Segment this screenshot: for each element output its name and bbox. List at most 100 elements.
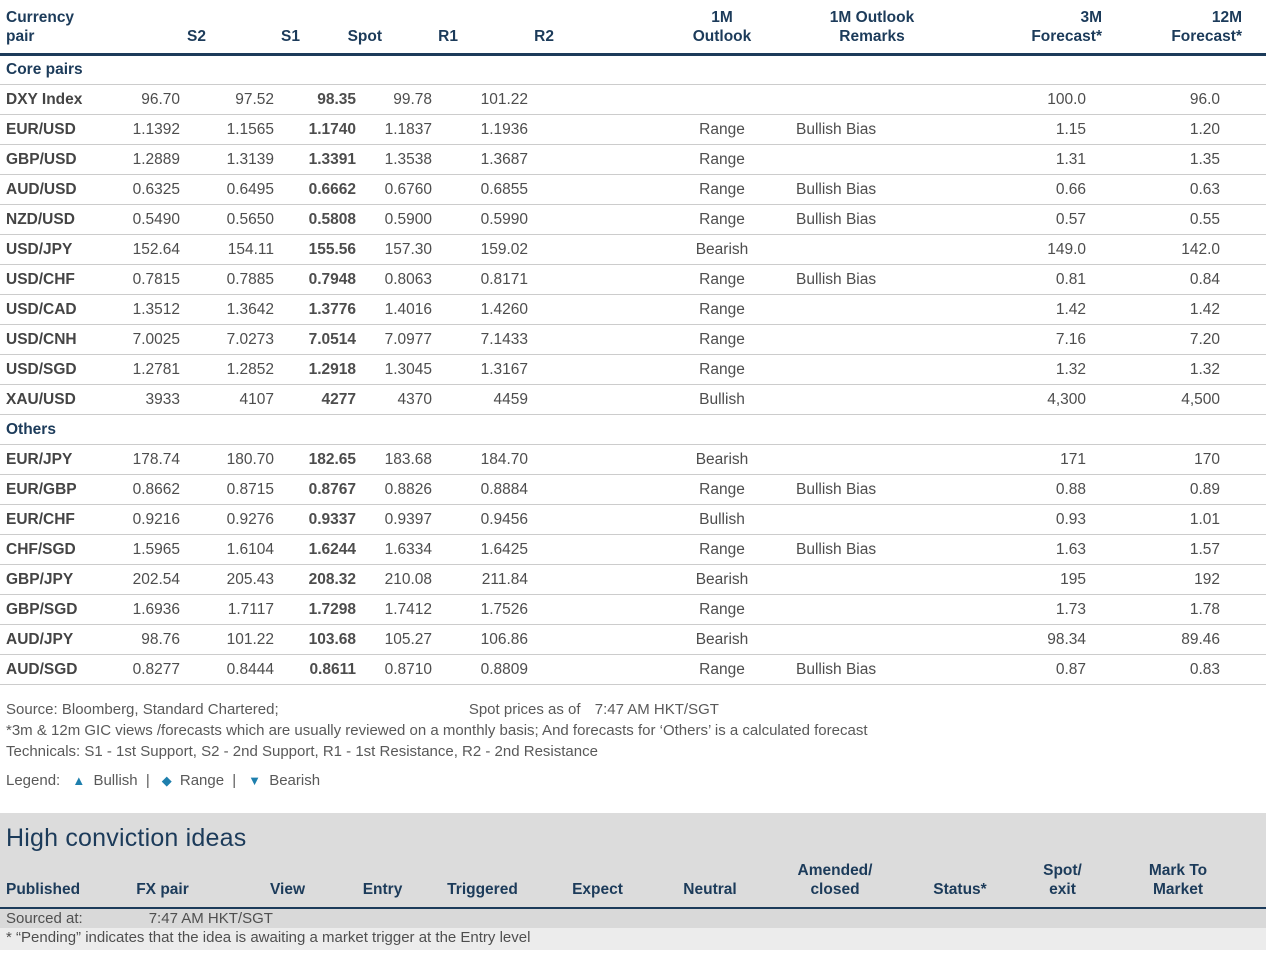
spot-cell: 1.6244 <box>308 540 356 558</box>
r1-cell: 4370 <box>397 390 432 408</box>
pair-cell: EUR/USD <box>6 120 76 138</box>
r1-cell: 7.0977 <box>384 330 432 348</box>
s1-cell: 0.7885 <box>226 270 274 288</box>
remarks-cell <box>794 595 950 625</box>
r2-cell: 211.84 <box>481 570 528 588</box>
pair-cell: USD/JPY <box>6 240 73 258</box>
s1-cell: 1.3139 <box>226 150 274 168</box>
f12m-cell: 0.55 <box>1189 210 1220 228</box>
pair-cell: GBP/JPY <box>6 570 74 588</box>
f3m-cell: 1.32 <box>1055 360 1086 378</box>
pair-cell: AUD/SGD <box>6 660 78 678</box>
f3m-cell: 0.81 <box>1055 270 1086 288</box>
technicals-note: Technicals: S1 - 1st Support, S2 - 2nd S… <box>6 743 598 760</box>
table-row: EUR/JPY 178.74 180.70 182.65 183.68 184.70 Bea… <box>0 445 1266 475</box>
f3m-cell: 1.63 <box>1055 540 1086 558</box>
s1-cell: 1.3642 <box>226 300 274 318</box>
column-header-view: View <box>269 881 306 898</box>
section-row-core-pairs: Core pairs <box>0 55 1266 85</box>
high-conviction-table: Published FX pair View Entry Triggered Expect… <box>0 855 1266 909</box>
sourced-at-label: Sourced at: <box>6 910 83 927</box>
r1-cell: 0.8826 <box>384 480 432 498</box>
column-header-neutral: Neutral <box>683 881 737 898</box>
f3m-cell: 1.15 <box>1055 120 1086 138</box>
f3m-cell: 149.0 <box>1047 240 1086 258</box>
remarks-cell <box>794 145 950 175</box>
r1-cell: 183.68 <box>384 450 432 468</box>
pair-cell: USD/CAD <box>6 300 77 318</box>
s2-cell: 1.1392 <box>132 120 180 138</box>
outlook-cell: Bullish <box>699 390 745 408</box>
column-header-s1: S1 <box>281 28 300 45</box>
s2-cell: 1.3512 <box>132 300 180 318</box>
bearish-triangle-down-icon: ▼ <box>248 773 262 788</box>
f3m-cell: 0.88 <box>1055 480 1086 498</box>
r2-cell: 0.9456 <box>480 510 528 528</box>
remarks-cell: Bullish Bias <box>796 180 877 198</box>
r2-cell: 106.86 <box>480 630 528 648</box>
r1-cell: 210.08 <box>384 570 432 588</box>
s1-cell: 4107 <box>239 390 274 408</box>
r2-cell: 184.70 <box>480 450 528 468</box>
column-header-r1: R1 <box>438 28 458 45</box>
r2-cell: 101.22 <box>480 90 528 108</box>
remarks-cell: Bullish Bias <box>796 540 877 558</box>
spot-asof-time: 7:47 AM HKT/SGT <box>594 701 719 718</box>
s1-cell: 154.11 <box>227 240 274 258</box>
table-row: AUD/SGD 0.8277 0.8444 0.8611 0.8710 0.8809 Ran… <box>0 655 1266 685</box>
s1-cell: 1.7117 <box>227 600 274 618</box>
outlook-cell: Range <box>699 600 745 618</box>
r2-cell: 0.8809 <box>480 660 528 678</box>
remarks-cell: Bullish Bias <box>796 480 877 498</box>
table-row: GBP/JPY 202.54 205.43 208.32 210.08 211.84 Bea… <box>0 565 1266 595</box>
f12m-cell: 1.35 <box>1189 150 1220 168</box>
r2-cell: 0.5990 <box>480 210 528 228</box>
legend-separator: | <box>145 772 150 789</box>
table-row: USD/CHF 0.7815 0.7885 0.7948 0.8063 0.8171 Ran… <box>0 265 1266 295</box>
r2-cell: 0.8171 <box>480 270 528 288</box>
outlook-cell: Range <box>699 210 745 228</box>
pair-cell: CHF/SGD <box>6 540 76 558</box>
f3m-cell: 4,300 <box>1047 390 1086 408</box>
spot-cell: 0.8767 <box>308 480 356 498</box>
outlook-cell: Bearish <box>695 450 749 468</box>
legend-label: Legend: <box>6 772 61 789</box>
section-label: Core pairs <box>6 61 83 78</box>
spot-cell: 182.65 <box>308 450 356 468</box>
r1-cell: 99.78 <box>393 90 432 108</box>
r2-cell: 1.1936 <box>480 120 528 138</box>
remarks-cell <box>794 295 950 325</box>
f12m-cell: 1.20 <box>1189 120 1220 138</box>
s2-cell: 0.8662 <box>132 480 180 498</box>
column-header-r2: R2 <box>534 28 554 45</box>
s1-cell: 1.2852 <box>226 360 274 378</box>
f12m-cell: 96.0 <box>1189 90 1220 108</box>
source-line: Source: Bloomberg, Standard Chartered; S… <box>6 699 1266 720</box>
sourced-at-line: Sourced at: 7:47 AM HKT/SGT <box>0 909 1266 928</box>
f3m-cell: 171 <box>1060 450 1086 468</box>
outlook-cell: Range <box>699 270 745 288</box>
r1-cell: 1.7412 <box>384 600 432 618</box>
legend-item-label: Bearish <box>265 772 321 789</box>
outlook-cell: Range <box>699 330 745 348</box>
table-row: AUD/USD 0.6325 0.6495 0.6662 0.6760 0.6855 Ran… <box>0 175 1266 205</box>
r2-cell: 1.3687 <box>480 150 528 168</box>
s1-cell: 101.22 <box>226 630 274 648</box>
outlook-cell: Range <box>699 300 745 318</box>
footnotes: Source: Bloomberg, Standard Chartered; S… <box>6 699 1266 762</box>
r1-cell: 1.6334 <box>384 540 432 558</box>
f12m-cell: 192 <box>1194 570 1220 588</box>
spot-cell: 1.3391 <box>308 150 356 168</box>
s1-cell: 205.43 <box>226 570 274 588</box>
pair-cell: XAU/USD <box>6 390 76 408</box>
pair-cell: EUR/JPY <box>6 450 73 468</box>
table-row: NZD/USD 0.5490 0.5650 0.5808 0.5900 0.5990 Ran… <box>0 205 1266 235</box>
table-row: XAU/USD 3933 4107 4277 4370 4459 Bullish 4,300 4… <box>0 385 1266 415</box>
s2-cell: 96.70 <box>141 90 180 108</box>
high-conviction-header: Published FX pair View Entry Triggered Expect… <box>0 855 1266 908</box>
remarks-cell: Bullish Bias <box>796 210 877 228</box>
s1-cell: 0.6495 <box>226 180 274 198</box>
legend-item-label: Bullish <box>89 772 142 789</box>
spot-cell: 155.56 <box>308 240 356 258</box>
spot-cell: 1.7298 <box>308 600 356 618</box>
